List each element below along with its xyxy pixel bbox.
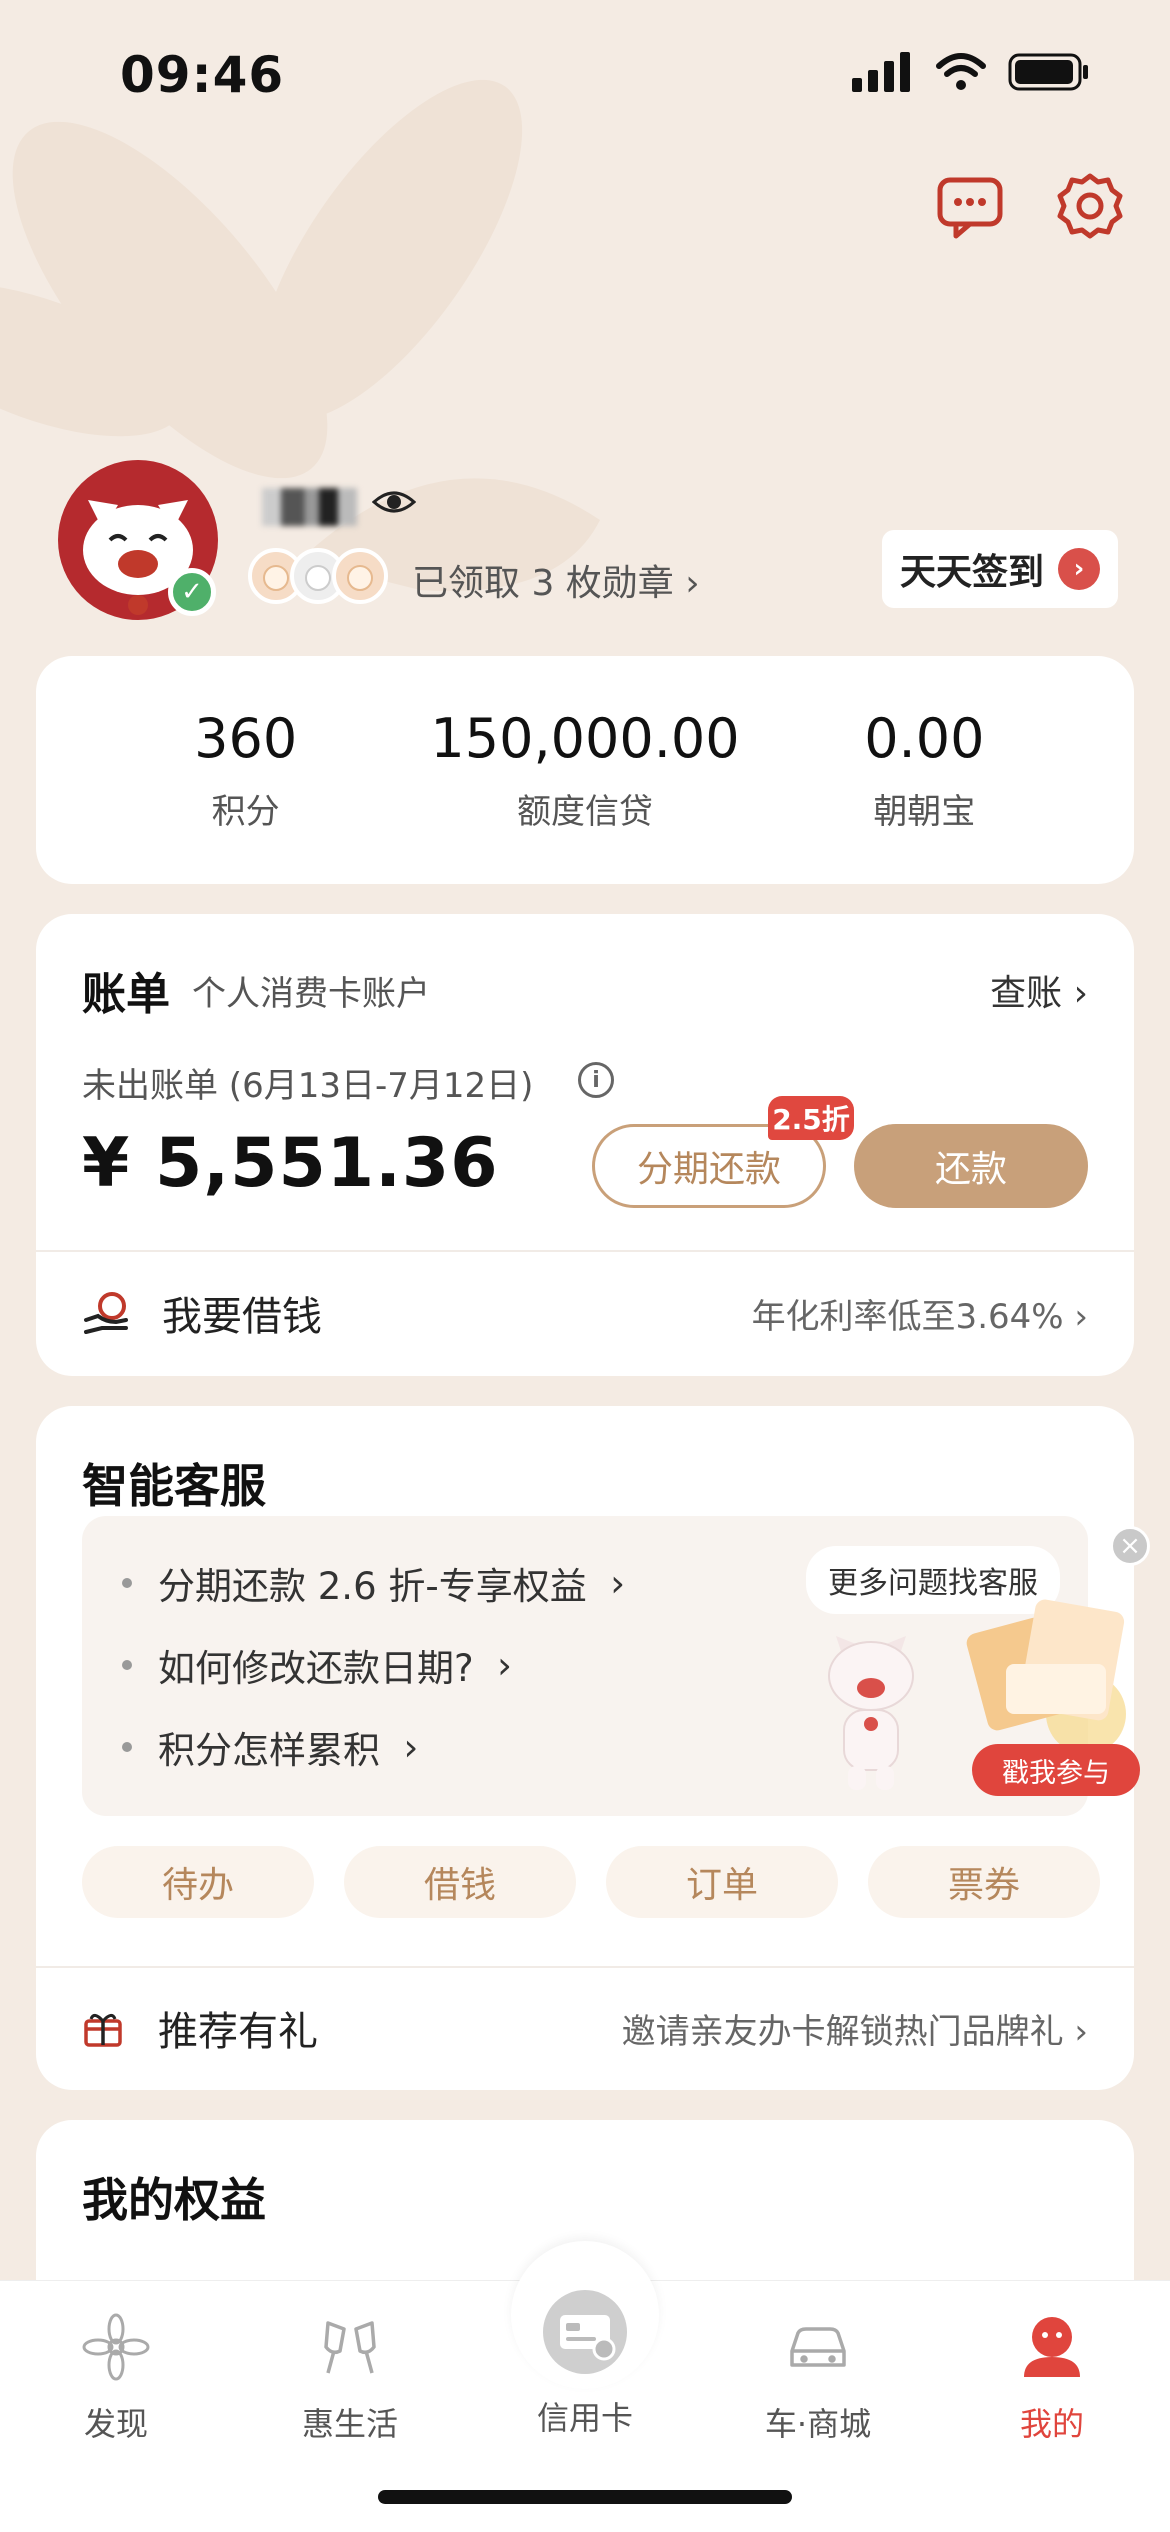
- smart-service-card: 智能客服 分期还款 2.6 折-专享权益 › 如何修改还款日期? › 积分怎样累…: [36, 1406, 1150, 2090]
- medal-label: 已领取 3 枚勋章: [412, 563, 674, 604]
- profile-icon: [1024, 2317, 1080, 2377]
- tab-label: 我的: [1019, 2405, 1084, 2443]
- stats-card: 360 积分 150,000.00 额度信贷 0.00 朝朝宝: [36, 656, 1134, 884]
- cat-assistant-icon[interactable]: [816, 1616, 926, 1796]
- chevron-right-icon: ›: [685, 563, 700, 604]
- tab-label: 信用卡: [536, 2399, 633, 2437]
- car-icon: [790, 2327, 846, 2367]
- discount-badge: 2.5折: [768, 1096, 854, 1140]
- arrow-right-icon: ›: [1058, 548, 1100, 590]
- flower-icon: [82, 2313, 150, 2381]
- medal-icon: [332, 548, 388, 604]
- tab-credit-card[interactable]: 信用卡: [495, 2290, 675, 2439]
- tab-mine[interactable]: 我的: [962, 2311, 1142, 2445]
- promo-join-button[interactable]: 戳我参与: [972, 1744, 1140, 1796]
- faq-item[interactable]: 如何修改还款日期? ›: [122, 1638, 512, 1692]
- tab-label: 惠生活: [301, 2405, 398, 2443]
- check-bill-link[interactable]: 查账 ›: [990, 964, 1088, 1016]
- referral-row[interactable]: 推荐有礼 邀请亲友办卡解锁热门品牌礼 ›: [36, 1966, 1134, 2090]
- tab-car-mall[interactable]: 车·商城: [728, 2311, 908, 2445]
- chevron-right-icon: ›: [1074, 1296, 1088, 1337]
- faq-item[interactable]: 分期还款 2.6 折-专享权益 ›: [122, 1556, 625, 1610]
- service-title: 智能客服: [82, 1459, 266, 1513]
- username-masked: [262, 488, 357, 526]
- info-icon[interactable]: i: [578, 1062, 614, 1098]
- home-indicator: [378, 2490, 792, 2504]
- battery-icon: [1008, 53, 1088, 91]
- bill-title: 账单: [82, 969, 170, 1020]
- cheers-icon: [324, 2321, 376, 2374]
- tab-discover[interactable]: 发现: [26, 2311, 206, 2445]
- stat-label: 额度信贷: [516, 792, 653, 832]
- chip-borrow[interactable]: 借钱: [344, 1846, 576, 1918]
- signal-icon: [852, 52, 910, 92]
- faq-label: 如何修改还款日期?: [158, 1647, 474, 1690]
- chevron-right-icon: ›: [1073, 973, 1088, 1014]
- bill-subtitle: 个人消费卡账户: [192, 974, 430, 1014]
- chip-orders[interactable]: 订单: [606, 1846, 838, 1918]
- bullet-icon: [122, 1660, 132, 1670]
- bullet-icon: [122, 1742, 132, 1752]
- bill-period: 未出账单 (6月13日-7月12日): [82, 1066, 534, 1106]
- chevron-right-icon: ›: [610, 1561, 626, 1605]
- credit-card-icon: [543, 2290, 627, 2374]
- check-bill-label: 查账: [990, 973, 1063, 1014]
- faq-item[interactable]: 积分怎样累积 ›: [122, 1720, 418, 1774]
- stat-credit[interactable]: 150,000.00 额度信贷: [425, 707, 745, 833]
- tab-label: 车·商城: [764, 2405, 872, 2443]
- status-time: 09:46: [120, 46, 285, 104]
- checkin-label: 天天签到: [899, 552, 1044, 593]
- medal-link[interactable]: 已领取 3 枚勋章 ›: [412, 554, 700, 606]
- bill-amount: ¥ 5,551.36: [82, 1124, 499, 1203]
- stat-value: 150,000.00: [430, 707, 740, 770]
- borrow-rate: 年化利率低至3.64% ›: [752, 1289, 1088, 1338]
- gift-icon: [84, 2014, 122, 2047]
- bullet-icon: [122, 1578, 132, 1588]
- benefits-title: 我的权益: [82, 2173, 266, 2227]
- wifi-icon: [936, 53, 986, 90]
- stat-value: 360: [194, 707, 298, 770]
- borrow-row[interactable]: 我要借钱 年化利率低至3.64% ›: [36, 1250, 1134, 1376]
- stat-value: 0.00: [864, 707, 985, 770]
- close-icon[interactable]: ×: [1110, 1526, 1150, 1566]
- bill-card: 账单 个人消费卡账户 查账 › 未出账单 (6月13日-7月12日) i ¥ 5…: [36, 914, 1134, 1376]
- settings-icon[interactable]: [1054, 170, 1126, 242]
- daily-checkin-button[interactable]: 天天签到 ›: [882, 530, 1118, 608]
- stat-label: 积分: [211, 792, 280, 832]
- faq-label: 分期还款 2.6 折-专享权益: [158, 1565, 587, 1608]
- chip-tickets[interactable]: 票券: [868, 1846, 1100, 1918]
- repay-button[interactable]: 还款: [854, 1124, 1088, 1208]
- message-icon[interactable]: [934, 170, 1006, 242]
- promo-coupon-icon[interactable]: [966, 1584, 1134, 1754]
- referral-label: 推荐有礼: [158, 2009, 318, 2055]
- tab-life[interactable]: 惠生活: [260, 2311, 440, 2445]
- stat-points[interactable]: 360 积分: [86, 707, 406, 833]
- hand-coin-icon: [84, 1292, 128, 1334]
- chevron-right-icon: ›: [1074, 2011, 1088, 2052]
- chevron-right-icon: ›: [497, 1643, 512, 1687]
- stat-label: 朝朝宝: [873, 792, 976, 832]
- status-icons: [852, 52, 1090, 92]
- borrow-rate-text: 年化利率低至3.64%: [751, 1296, 1064, 1337]
- chip-todo[interactable]: 待办: [82, 1846, 314, 1918]
- eye-icon[interactable]: [372, 482, 416, 522]
- borrow-label: 我要借钱: [162, 1294, 322, 1340]
- tab-label: 发现: [83, 2405, 148, 2443]
- quick-actions: 待办 借钱 订单 票券: [82, 1846, 1100, 1918]
- chevron-right-icon: ›: [403, 1725, 419, 1769]
- referral-desc-text: 邀请亲友办卡解锁热门品牌礼: [621, 2011, 1064, 2052]
- verified-badge-icon: ✓: [168, 568, 216, 616]
- referral-desc: 邀请亲友办卡解锁热门品牌礼 ›: [622, 2004, 1088, 2053]
- medal-list[interactable]: [248, 548, 388, 604]
- stat-zhaozhaobao[interactable]: 0.00 朝朝宝: [764, 707, 1084, 833]
- faq-label: 积分怎样累积: [158, 1729, 380, 1772]
